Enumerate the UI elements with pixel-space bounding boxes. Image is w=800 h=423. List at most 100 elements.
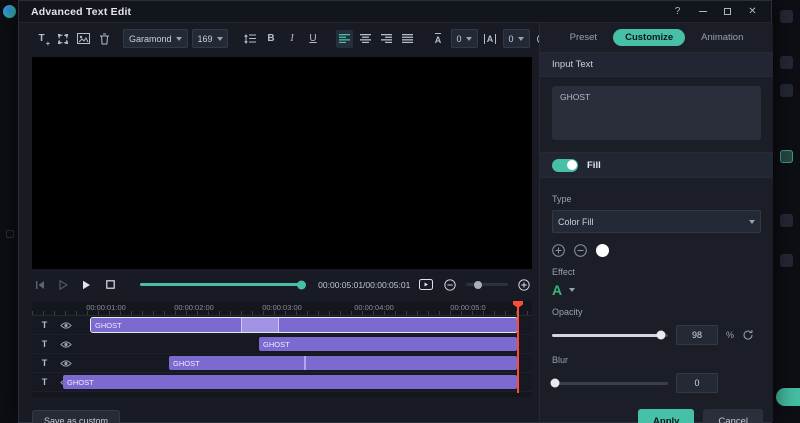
timeline-ruler[interactable]: 00:00:01:00 00:00:02:00 00:00:03:00 00:0… bbox=[32, 301, 532, 316]
playback-slider-handle[interactable] bbox=[297, 280, 306, 289]
char-width-icon[interactable]: A bbox=[482, 30, 499, 48]
background-icon bbox=[780, 56, 793, 69]
background-icon bbox=[780, 214, 793, 227]
blur-input[interactable]: 0 bbox=[676, 373, 718, 393]
track-row-4: T GHOST bbox=[32, 373, 532, 392]
timeline-clip[interactable]: GHOST bbox=[169, 356, 517, 370]
timeline-clip[interactable]: GHOST bbox=[91, 318, 517, 332]
char-spacing-select[interactable]: 0 bbox=[451, 29, 478, 48]
chevron-down-icon bbox=[518, 37, 524, 41]
chevron-down-icon bbox=[217, 37, 223, 41]
type-label: Type bbox=[552, 194, 761, 204]
bold-button[interactable]: B bbox=[263, 30, 280, 48]
opacity-slider-handle[interactable] bbox=[657, 331, 666, 340]
timeline-clip[interactable]: GHOST bbox=[259, 337, 517, 351]
chevron-down-icon bbox=[176, 37, 182, 41]
main-app-right-edge bbox=[772, 0, 800, 423]
remove-color-icon[interactable] bbox=[574, 244, 587, 257]
export-button-partial bbox=[776, 388, 800, 406]
align-justify-button[interactable] bbox=[399, 30, 416, 48]
customize-panel: Preset Customize Animation Input Text GH… bbox=[539, 23, 773, 422]
blur-slider-handle[interactable] bbox=[551, 379, 560, 388]
color-swatch-white[interactable] bbox=[596, 244, 609, 257]
fill-settings: Type Color Fill Effect A bbox=[540, 178, 773, 393]
fill-label: Fill bbox=[587, 160, 601, 171]
text-track-icon: T bbox=[40, 320, 49, 330]
text-toolbar: T+ Garamond 169 B I U bbox=[19, 23, 539, 54]
stop-button[interactable] bbox=[103, 277, 119, 293]
app-logo bbox=[3, 5, 16, 18]
input-text-area[interactable]: GHOST bbox=[552, 86, 761, 140]
track-row-3: T GHOST bbox=[32, 354, 532, 373]
font-size-select[interactable]: 169 bbox=[192, 29, 228, 48]
delete-icon[interactable] bbox=[96, 30, 113, 48]
advanced-text-edit-dialog: Advanced Text Edit ? ✕ T+ Garamond bbox=[18, 0, 772, 423]
opacity-label: Opacity bbox=[552, 307, 761, 317]
timeline: 00:00:01:00 00:00:02:00 00:00:03:00 00:0… bbox=[32, 301, 532, 397]
help-icon[interactable]: ? bbox=[667, 4, 688, 20]
transform-icon[interactable] bbox=[54, 30, 71, 48]
preview-canvas[interactable] bbox=[32, 57, 532, 269]
cancel-button[interactable]: Cancel bbox=[703, 409, 763, 423]
char-width-select[interactable]: 0 bbox=[503, 29, 530, 48]
panel-actions: Apply Cancel bbox=[540, 409, 773, 423]
play-button[interactable] bbox=[79, 277, 95, 293]
timeline-clip[interactable]: GHOST bbox=[63, 375, 517, 389]
opacity-slider[interactable] bbox=[552, 334, 668, 337]
track-row-1: T GHOST bbox=[32, 316, 532, 335]
maximize-icon[interactable] bbox=[717, 4, 738, 20]
frame-preview-icon[interactable] bbox=[418, 277, 434, 293]
effect-select[interactable]: A bbox=[552, 283, 761, 297]
effect-label: Effect bbox=[552, 267, 761, 277]
blur-row: 0 bbox=[552, 373, 761, 393]
opacity-row: 98 % bbox=[552, 325, 761, 345]
tab-preset[interactable]: Preset bbox=[570, 32, 597, 43]
opacity-unit: % bbox=[726, 330, 734, 340]
playback-slider[interactable] bbox=[140, 283, 302, 286]
play-outline-icon[interactable] bbox=[56, 277, 72, 293]
timeline-zoom-slider[interactable] bbox=[466, 283, 509, 286]
input-text-header: Input Text bbox=[540, 53, 773, 77]
close-icon[interactable]: ✕ bbox=[742, 4, 763, 20]
fill-toggle[interactable] bbox=[552, 159, 578, 172]
blur-slider[interactable] bbox=[552, 382, 668, 385]
italic-button[interactable]: I bbox=[284, 30, 301, 48]
apply-button[interactable]: Apply bbox=[638, 409, 694, 423]
align-center-button[interactable] bbox=[357, 30, 374, 48]
line-spacing-icon[interactable] bbox=[242, 30, 259, 48]
playhead[interactable] bbox=[517, 301, 519, 393]
visibility-icon[interactable] bbox=[60, 359, 72, 368]
background-icon bbox=[780, 10, 793, 23]
tab-customize[interactable]: Customize bbox=[613, 29, 685, 46]
fill-type-select[interactable]: Color Fill bbox=[552, 210, 761, 233]
clip-segment[interactable] bbox=[241, 318, 279, 332]
previous-frame-button[interactable] bbox=[32, 277, 48, 293]
align-left-button[interactable] bbox=[336, 30, 353, 48]
reset-icon[interactable] bbox=[742, 329, 754, 341]
char-spacing-icon[interactable]: A bbox=[430, 30, 447, 48]
font-family-select[interactable]: Garamond bbox=[123, 29, 188, 48]
track-head: T bbox=[40, 335, 72, 353]
timeline-zoom-handle[interactable] bbox=[474, 281, 482, 289]
add-text-icon[interactable]: T+ bbox=[33, 30, 50, 48]
track-head: T bbox=[40, 316, 72, 334]
opacity-input[interactable]: 98 bbox=[676, 325, 718, 345]
blur-label: Blur bbox=[552, 355, 761, 365]
save-as-custom-button[interactable]: Save as custom bbox=[32, 410, 120, 423]
transport-bar: 00:00:05:01/00:00:05:01 bbox=[32, 271, 532, 298]
tab-animation[interactable]: Animation bbox=[701, 32, 743, 43]
visibility-icon[interactable] bbox=[60, 340, 72, 349]
playback-slider-fill bbox=[140, 283, 302, 286]
visibility-icon[interactable] bbox=[60, 321, 72, 330]
align-right-button[interactable] bbox=[378, 30, 395, 48]
minimize-icon[interactable] bbox=[692, 4, 713, 20]
zoom-in-icon[interactable] bbox=[516, 277, 532, 293]
panel-tabs: Preset Customize Animation bbox=[540, 23, 773, 53]
underline-button[interactable]: U bbox=[305, 30, 322, 48]
screen: Advanced Text Edit ? ✕ T+ Garamond bbox=[0, 0, 800, 423]
fill-section-header: Fill bbox=[540, 152, 773, 178]
image-icon[interactable] bbox=[75, 30, 92, 48]
zoom-out-icon[interactable] bbox=[442, 277, 458, 293]
clip-marker bbox=[304, 356, 306, 370]
add-color-icon[interactable] bbox=[552, 244, 565, 257]
